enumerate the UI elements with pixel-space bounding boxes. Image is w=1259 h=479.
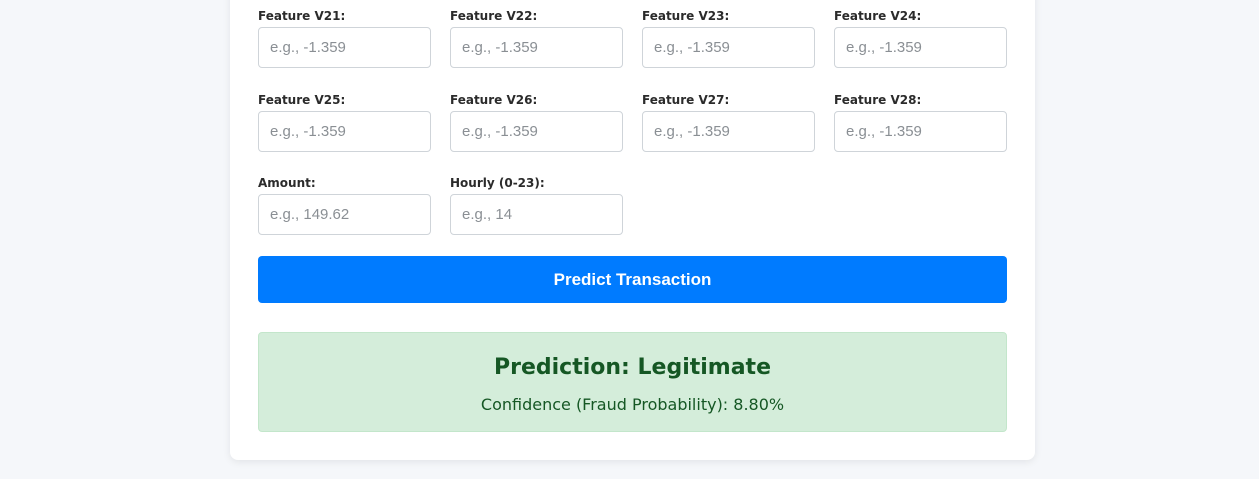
field-label: Feature V26: bbox=[450, 92, 538, 107]
feature-v22-input[interactable] bbox=[450, 27, 623, 68]
feature-input-grid: Feature V21: Feature V22: Feature V23: F… bbox=[258, 8, 1008, 259]
field-amount: Amount: bbox=[258, 175, 431, 259]
feature-v27-input[interactable] bbox=[642, 110, 815, 152]
field-feature-v25: Feature V25: bbox=[258, 92, 431, 176]
predict-transaction-button[interactable]: Predict Transaction bbox=[258, 256, 1007, 303]
field-label: Feature V28: bbox=[834, 92, 922, 107]
feature-v28-input[interactable] bbox=[834, 110, 1007, 152]
field-hourly: Hourly (0-23): bbox=[450, 175, 623, 259]
field-feature-v26: Feature V26: bbox=[450, 92, 623, 176]
hourly-input[interactable] bbox=[450, 194, 623, 235]
field-feature-v28: Feature V28: bbox=[834, 92, 1007, 176]
feature-v23-input[interactable] bbox=[642, 27, 815, 68]
field-feature-v24: Feature V24: bbox=[834, 8, 1007, 92]
prediction-form-card: Feature V21: Feature V22: Feature V23: F… bbox=[230, 0, 1035, 460]
field-feature-v23: Feature V23: bbox=[642, 8, 815, 92]
prediction-result-panel: Prediction: Legitimate Confidence (Fraud… bbox=[258, 332, 1007, 432]
field-feature-v22: Feature V22: bbox=[450, 8, 623, 92]
field-feature-v21: Feature V21: bbox=[258, 8, 431, 92]
field-feature-v27: Feature V27: bbox=[642, 92, 815, 176]
field-label: Feature V25: bbox=[258, 92, 346, 107]
prediction-result-title: Prediction: Legitimate bbox=[493, 355, 771, 380]
prediction-confidence-text: Confidence (Fraud Probability): 8.80% bbox=[480, 395, 785, 414]
amount-input[interactable] bbox=[258, 194, 431, 235]
feature-v21-input[interactable] bbox=[258, 27, 431, 68]
field-label: Feature V22: bbox=[450, 9, 538, 23]
feature-v24-input[interactable] bbox=[834, 27, 1007, 68]
field-label: Feature V24: bbox=[834, 9, 922, 23]
field-label: Feature V23: bbox=[642, 9, 730, 23]
field-label: Hourly (0-23): bbox=[450, 176, 545, 190]
field-label: Feature V27: bbox=[642, 92, 730, 107]
field-label: Amount: bbox=[258, 176, 316, 190]
feature-v26-input[interactable] bbox=[450, 110, 623, 152]
feature-v25-input[interactable] bbox=[258, 110, 431, 152]
field-label: Feature V21: bbox=[258, 9, 346, 23]
